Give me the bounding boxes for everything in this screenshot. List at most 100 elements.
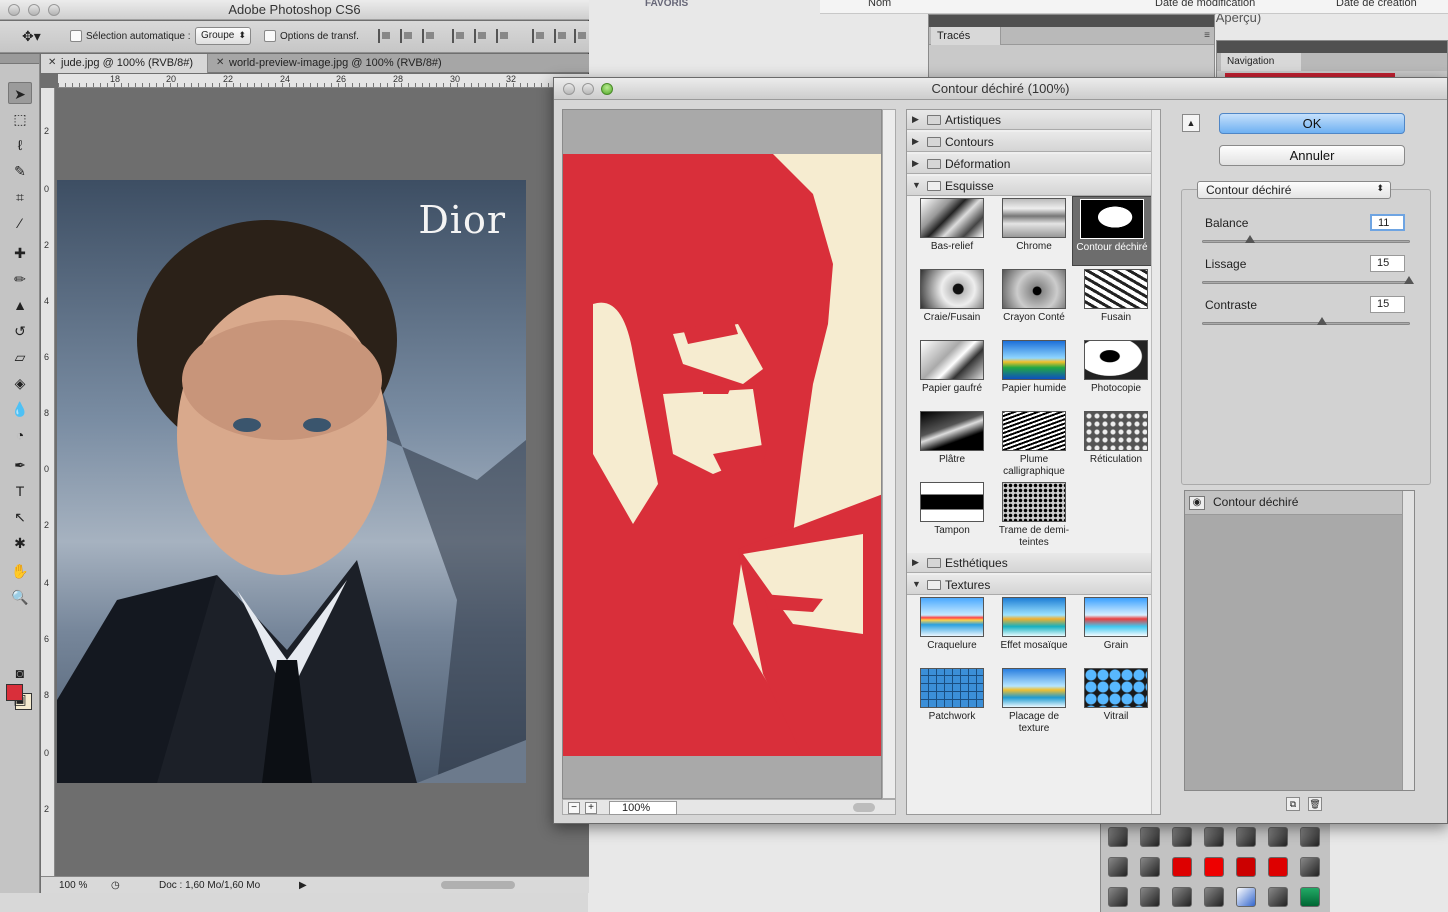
param-balance-input[interactable]: 11 [1370,214,1405,231]
panel-menu-icon[interactable]: ≡ [1204,30,1210,41]
tab-document-world-preview[interactable]: ✕ world-preview-image.jpg @ 100% (RVB/8#… [209,54,509,73]
style-swatch[interactable] [1204,887,1224,907]
stamp-tool-icon[interactable]: ▲ [8,294,32,316]
tools-panel-grip[interactable] [0,54,39,64]
cancel-button[interactable]: Annuler [1219,145,1405,166]
preview-horizontal-scrollbar[interactable] [853,803,875,812]
style-swatch[interactable] [1204,857,1224,877]
filter-thumb-vitrail[interactable]: Vitrail [1076,666,1156,736]
style-swatch[interactable] [1108,827,1128,847]
style-swatch[interactable] [1268,857,1288,877]
category-esthetiques[interactable]: ▶ Esthétiques [907,553,1153,573]
filter-thumb-plume[interactable]: Plume calligraphique [994,409,1074,479]
filter-list-scrollbar[interactable] [1151,110,1160,814]
filter-thumb-trame[interactable]: Trame de demi-teintes [994,480,1074,550]
filter-thumb-effet-mosaique[interactable]: Effet mosaïque [994,595,1074,665]
style-swatch[interactable] [1140,827,1160,847]
paint-bucket-tool-icon[interactable]: ◈ [8,372,32,394]
auto-select-dropdown[interactable]: Groupe ⬍ [195,27,251,45]
status-icon[interactable]: ◷ [111,880,120,891]
dodge-tool-icon[interactable]: ◔ [8,424,32,446]
path-select-tool-icon[interactable]: ↖ [8,506,32,528]
new-effect-layer-icon[interactable]: ⧉ [1286,797,1300,811]
layers-scrollbar[interactable] [1402,491,1414,790]
filter-thumb-papier-humide[interactable]: Papier humide [994,338,1074,408]
tab-navigation[interactable]: Navigation [1221,53,1301,71]
filter-preview-pane[interactable] [562,109,882,799]
minimize-window-button[interactable] [28,4,40,16]
ok-button[interactable]: OK [1219,113,1405,134]
preview-vertical-scrollbar[interactable] [882,109,896,799]
crop-tool-icon[interactable]: ⌗ [8,186,32,208]
distribute-vcenter-icon[interactable] [554,29,568,43]
blur-tool-icon[interactable]: 💧 [8,398,32,420]
history-brush-tool-icon[interactable]: ↺ [8,320,32,342]
filter-thumb-patchwork[interactable]: Patchwork [912,666,992,736]
style-swatch[interactable] [1108,857,1128,877]
column-modified[interactable]: Date de modification [1155,0,1255,9]
param-contraste-slider[interactable] [1202,317,1410,325]
column-name[interactable]: Nom [868,0,891,9]
filter-type-select[interactable]: Contour déchiré ⬍ [1197,181,1391,199]
style-swatch[interactable] [1204,827,1224,847]
column-created[interactable]: Date de création [1336,0,1417,9]
dialog-close-button[interactable] [563,83,575,95]
slider-thumb[interactable] [1404,276,1414,284]
quick-mask-icon[interactable]: ◙ [8,662,32,684]
style-swatch[interactable] [1172,827,1192,847]
lasso-tool-icon[interactable]: ℓ [8,134,32,156]
category-textures[interactable]: ▼ Textures [907,575,1153,595]
align-vcenter-icon[interactable] [400,29,414,43]
filter-thumb-papier-gaufre[interactable]: Papier gaufré [912,338,992,408]
zoom-level[interactable]: 100 % [59,880,87,891]
brush-tool-icon[interactable]: ✏ [8,268,32,290]
eraser-tool-icon[interactable]: ▱ [8,346,32,368]
param-balance-slider[interactable] [1202,235,1410,243]
align-hcenter-icon[interactable] [474,29,488,43]
style-swatch[interactable] [1108,887,1128,907]
pen-tool-icon[interactable]: ✒ [8,454,32,476]
filter-thumb-craie-fusain[interactable]: Craie/Fusain [912,267,992,337]
style-swatch[interactable] [1172,857,1192,877]
param-lissage-slider[interactable] [1202,276,1414,284]
eye-icon[interactable]: ◉ [1189,496,1205,510]
filter-thumb-platre[interactable]: Plâtre [912,409,992,479]
style-swatch[interactable] [1236,857,1256,877]
category-artistiques[interactable]: ▶ Artistiques [907,110,1153,130]
document-photo[interactable]: Dior [57,180,526,783]
style-swatch[interactable] [1236,827,1256,847]
filter-thumb-craquelure[interactable]: Craquelure [912,595,992,665]
healing-tool-icon[interactable]: ✚ [8,242,32,264]
style-swatch[interactable] [1236,887,1256,907]
auto-select-checkbox[interactable] [70,30,82,42]
close-tab-icon[interactable]: ✕ [48,57,56,68]
horizontal-scrollbar[interactable] [441,881,515,889]
ruler-horizontal[interactable]: 18 20 22 24 26 28 30 32 [58,74,589,88]
slider-thumb[interactable] [1317,317,1328,325]
preview-zoom-select[interactable]: 100% [609,801,677,815]
close-tab-icon[interactable]: ✕ [216,57,224,68]
zoom-window-button[interactable] [48,4,60,16]
collapse-gallery-icon[interactable]: ▲ [1182,114,1200,132]
shape-tool-icon[interactable]: ✱ [8,532,32,554]
filter-thumb-tampon[interactable]: Tampon [912,480,992,550]
quick-select-tool-icon[interactable]: ✎ [8,160,32,182]
style-swatch[interactable] [1268,827,1288,847]
filter-thumb-chrome[interactable]: Chrome [994,196,1074,266]
category-contours[interactable]: ▶ Contours [907,132,1153,152]
foreground-color-swatch[interactable] [6,684,23,701]
filter-thumb-grain[interactable]: Grain [1076,595,1156,665]
tab-document-jude[interactable]: ✕ jude.jpg @ 100% (RVB/8#) [41,54,208,73]
filter-thumb-photocopie[interactable]: Photocopie [1076,338,1156,408]
filter-thumb-fusain[interactable]: Fusain [1076,267,1156,337]
hand-tool-icon[interactable]: ✋ [8,560,32,582]
ruler-vertical[interactable]: 2 0 2 4 6 8 0 2 4 6 8 0 2 [41,88,55,876]
filter-thumb-placage[interactable]: Placage de texture [994,666,1074,736]
type-tool-icon[interactable]: T [8,480,32,502]
distribute-bottom-icon[interactable] [574,29,588,43]
align-left-icon[interactable] [452,29,466,43]
marquee-tool-icon[interactable]: ⬚ [8,108,32,130]
align-top-icon[interactable] [378,29,392,43]
tab-traces[interactable]: Tracés [931,27,1001,45]
param-lissage-input[interactable]: 15 [1370,255,1405,272]
